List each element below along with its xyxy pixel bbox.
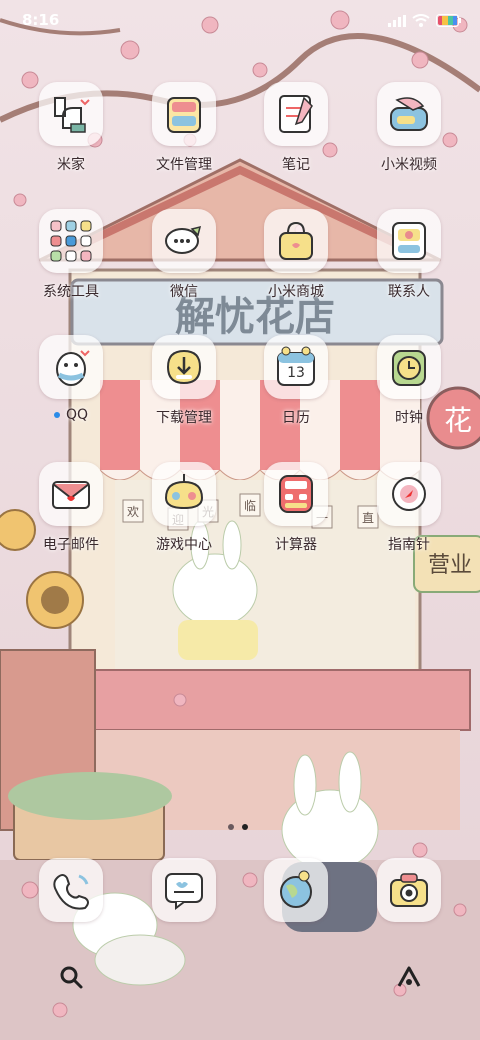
contacts-icon <box>377 209 441 273</box>
mijia-icon <box>39 82 103 146</box>
battery-icon <box>436 12 462 31</box>
app-system-tools[interactable]: 系统工具 <box>15 209 127 301</box>
video-icon <box>377 82 441 146</box>
page-dot <box>228 824 234 830</box>
mi-store-icon <box>264 209 328 273</box>
status-bar: 8:16 <box>0 0 480 40</box>
app-clock[interactable]: 时钟 <box>353 335 465 427</box>
calendar-icon: 13 <box>264 335 328 399</box>
app-label: 微信 <box>170 284 198 300</box>
app-label: 小米商城 <box>268 284 324 300</box>
app-qq[interactable]: QQ <box>15 335 127 423</box>
app-label: 下载管理 <box>156 410 212 426</box>
open-sign-text: 营业 <box>428 553 472 578</box>
app-compass[interactable]: 指南针 <box>353 462 465 554</box>
app-label: 日历 <box>282 410 310 426</box>
app-game-center[interactable]: 游戏中心 <box>128 462 240 554</box>
page-dot-current <box>242 824 248 830</box>
dock-messages[interactable] <box>128 858 240 922</box>
app-label: 计算器 <box>275 537 317 553</box>
compass-icon <box>377 462 441 526</box>
game-center-icon <box>152 462 216 526</box>
calculator-icon <box>264 462 328 526</box>
app-label: 米家 <box>57 157 85 173</box>
app-mi-store[interactable]: 小米商城 <box>240 209 352 301</box>
search-icon[interactable] <box>56 962 86 992</box>
dock-phone[interactable] <box>15 858 127 922</box>
status-time: 8:16 <box>22 11 60 29</box>
app-label: 笔记 <box>282 157 310 173</box>
app-video[interactable]: 小米视频 <box>353 82 465 174</box>
app-label: 指南针 <box>388 537 430 553</box>
app-label: 联系人 <box>388 284 430 300</box>
app-wechat[interactable]: 微信 <box>128 209 240 301</box>
assistant-icon[interactable] <box>394 962 424 992</box>
app-label: 系统工具 <box>43 284 99 300</box>
new-badge-dot <box>53 412 60 418</box>
camera-icon <box>377 858 441 922</box>
app-label: 电子邮件 <box>43 537 99 553</box>
app-label-text: QQ <box>65 407 89 423</box>
calendar-day-text: 13 <box>287 365 305 381</box>
qq-icon <box>39 335 103 399</box>
app-download[interactable]: 下载管理 <box>128 335 240 427</box>
file-manager-icon <box>152 82 216 146</box>
app-file-manager[interactable]: 文件管理 <box>128 82 240 174</box>
page-indicator[interactable] <box>228 824 248 830</box>
email-icon <box>39 462 103 526</box>
app-calendar[interactable]: 13 日历 <box>240 335 352 427</box>
system-tools-folder-icon <box>39 209 103 273</box>
app-contacts[interactable]: 联系人 <box>353 209 465 301</box>
wechat-icon <box>152 209 216 273</box>
app-email[interactable]: 电子邮件 <box>15 462 127 554</box>
browser-icon <box>264 858 328 922</box>
dock-browser[interactable] <box>240 858 352 922</box>
app-notes[interactable]: 笔记 <box>240 82 352 174</box>
dock-camera[interactable] <box>353 858 465 922</box>
download-icon <box>152 335 216 399</box>
notes-icon <box>264 82 328 146</box>
app-calculator[interactable]: 计算器 <box>240 462 352 554</box>
signal-icon <box>388 12 406 31</box>
app-label: 小米视频 <box>381 157 437 173</box>
app-label: 游戏中心 <box>156 537 212 553</box>
app-mijia[interactable]: 米家 <box>15 82 127 174</box>
wifi-icon <box>412 12 430 31</box>
app-label: 时钟 <box>395 410 423 426</box>
app-label: 文件管理 <box>156 157 212 173</box>
app-label: QQ <box>15 407 127 423</box>
messages-icon <box>152 858 216 922</box>
phone-icon <box>39 858 103 922</box>
clock-icon <box>377 335 441 399</box>
